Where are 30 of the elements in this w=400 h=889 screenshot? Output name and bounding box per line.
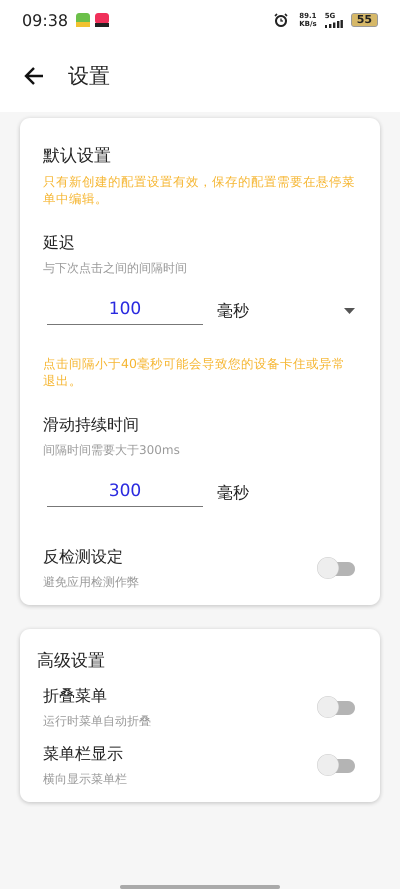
- battery-indicator: 55: [350, 13, 378, 27]
- status-time: 09:38: [22, 10, 68, 30]
- back-arrow-icon[interactable]: [24, 67, 44, 85]
- toggle-switch[interactable]: [315, 753, 357, 779]
- toggle-switch[interactable]: [315, 556, 357, 582]
- setting-subtitle: 运行时菜单自动折叠: [43, 713, 152, 730]
- unit-label: 毫秒: [217, 300, 250, 322]
- setting-title: 菜单栏显示: [43, 744, 124, 765]
- dropdown-caret-icon[interactable]: [344, 308, 355, 314]
- setting-subtitle: 横向显示菜单栏: [43, 771, 128, 788]
- warning-text: 点击间隔小于40毫秒可能会导致您的设备卡住或异常退出。: [43, 355, 346, 389]
- toggle-switch[interactable]: [315, 695, 357, 721]
- alarm-icon: [274, 13, 288, 27]
- unit-label: 毫秒: [217, 482, 250, 504]
- setting-subtitle: 间隔时间需要大于300ms: [43, 442, 181, 459]
- page-title: 设置: [68, 63, 110, 90]
- section-note: 只有新创建的配置设置有效，保存的配置需要在悬停菜单中编辑。: [43, 173, 356, 207]
- app-icon: [76, 13, 90, 27]
- app-icon: [95, 13, 110, 27]
- setting-title: 滑动持续时间: [43, 415, 140, 436]
- value-input[interactable]: 100: [47, 297, 203, 325]
- section-title: 高级设置: [37, 650, 106, 672]
- setting-subtitle: 避免应用检测作弊: [43, 574, 140, 591]
- section-title: 默认设置: [43, 145, 112, 167]
- value-input[interactable]: 300: [47, 479, 203, 507]
- setting-title: 折叠菜单: [43, 686, 108, 707]
- setting-subtitle: 与下次点击之间的间隔时间: [43, 260, 188, 277]
- setting-title: 延迟: [43, 233, 76, 254]
- signal-icon: [324, 20, 343, 28]
- setting-title: 反检测设定: [43, 547, 124, 568]
